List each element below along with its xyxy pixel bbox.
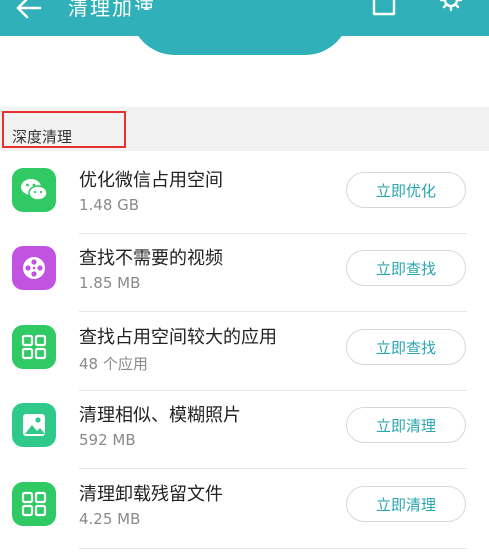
wechat-icon xyxy=(12,168,56,212)
item-size: 592 MB xyxy=(79,431,136,449)
item-size: 1.48 GB xyxy=(79,196,140,214)
item-title: 优化微信占用空间 xyxy=(79,170,223,191)
optimize-button[interactable]: 立即优化 xyxy=(346,172,466,208)
apps-grid-icon xyxy=(12,482,56,526)
item-title: 清理相似、模糊照片 xyxy=(79,405,241,426)
item-title: 查找占用空间较大的应用 xyxy=(79,327,277,348)
phone-icon[interactable] xyxy=(370,0,398,18)
back-arrow-icon[interactable] xyxy=(14,0,44,20)
item-size: 1.85 MB xyxy=(79,274,141,292)
divider xyxy=(79,468,467,469)
spacer xyxy=(0,55,489,107)
list-item[interactable]: 清理相似、模糊照片 592 MB 立即清理 xyxy=(0,391,489,470)
video-reel-icon xyxy=(12,246,56,290)
divider xyxy=(79,311,467,312)
list-item[interactable]: 清理卸载残留文件 4.25 MB 立即清理 xyxy=(0,470,489,549)
find-videos-button[interactable]: 立即查找 xyxy=(346,250,466,286)
clean-residual-files-button[interactable]: 立即清理 xyxy=(346,486,466,522)
item-title: 查找不需要的视频 xyxy=(79,248,223,269)
clean-photos-button[interactable]: 立即清理 xyxy=(346,407,466,443)
item-title: 清理卸载残留文件 xyxy=(79,484,223,505)
item-count: 48 个应用 xyxy=(79,355,148,373)
header-tab-bump xyxy=(130,10,350,55)
gear-icon[interactable] xyxy=(436,0,466,18)
photo-icon xyxy=(12,403,56,447)
find-large-apps-button[interactable]: 立即查找 xyxy=(346,329,466,365)
list-item[interactable]: 查找不需要的视频 1.85 MB 立即查找 xyxy=(0,234,489,313)
list-item[interactable]: 查找占用空间较大的应用 48 个应用 立即查找 xyxy=(0,313,489,392)
annotation-highlight-box xyxy=(2,111,126,148)
item-size: 4.25 MB xyxy=(79,510,141,528)
apps-grid-icon xyxy=(12,325,56,369)
list-item[interactable]: 优化微信占用空间 1.48 GB 立即优化 xyxy=(0,156,489,235)
divider xyxy=(79,548,467,549)
